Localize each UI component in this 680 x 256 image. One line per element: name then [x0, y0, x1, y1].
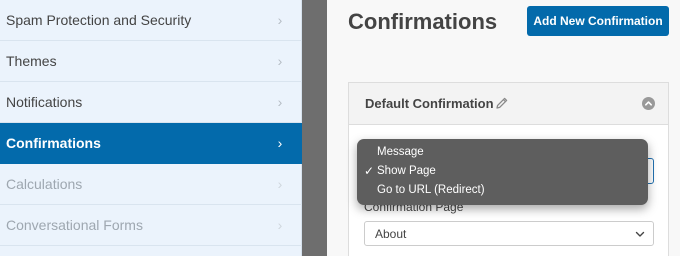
dropdown-option-show-page[interactable]: ✓ Show Page	[357, 162, 648, 180]
divider-gutter	[302, 0, 327, 256]
chevron-right-icon: ›	[277, 94, 283, 110]
dropdown-option-message[interactable]: Message	[357, 143, 648, 161]
dropdown-option-go-to-url[interactable]: Go to URL (Redirect)	[357, 181, 648, 199]
confirmation-page-value: About	[375, 226, 407, 241]
chevron-right-icon: ›	[277, 217, 283, 233]
chevron-right-icon: ›	[277, 135, 283, 151]
sidebar-item-label: Notifications	[6, 94, 83, 110]
panel-header[interactable]: Default Confirmation	[349, 83, 668, 125]
sidebar-item-label: Themes	[6, 53, 57, 69]
chevron-right-icon: ›	[277, 176, 283, 192]
chevron-up-circle-icon[interactable]	[642, 97, 655, 110]
chevron-right-icon: ›	[277, 53, 283, 69]
add-new-confirmation-button[interactable]: Add New Confirmation	[527, 6, 669, 36]
confirmation-type-dropdown: Message ✓ Show Page Go to URL (Redirect)	[357, 139, 648, 205]
dropdown-option-label: Go to URL (Redirect)	[377, 184, 485, 196]
sidebar-item-confirmations[interactable]: Confirmations ›	[0, 123, 302, 164]
confirmation-page-select[interactable]: About	[364, 221, 654, 246]
sidebar-item-label: Calculations	[6, 176, 83, 192]
page-title: Confirmations	[348, 9, 498, 34]
dropdown-option-label: Show Page	[377, 165, 436, 177]
settings-sidebar: Spam Protection and Security › Themes › …	[0, 0, 302, 256]
panel-title: Default Confirmation	[365, 96, 494, 111]
sidebar-item-themes[interactable]: Themes ›	[0, 41, 302, 82]
main-content: Confirmations Add New Confirmation Defau…	[327, 0, 680, 256]
sidebar-item-calculations[interactable]: Calculations ›	[0, 164, 302, 205]
dropdown-option-label: Message	[377, 146, 424, 158]
pencil-icon[interactable]	[495, 96, 509, 110]
sidebar-item-label: Spam Protection and Security	[6, 12, 192, 28]
sidebar-item-label: Confirmations	[6, 135, 101, 151]
sidebar-item-notifications[interactable]: Notifications ›	[0, 82, 302, 123]
chevron-down-icon	[635, 231, 645, 237]
chevron-right-icon: ›	[277, 12, 283, 28]
sidebar-item-conversational-forms[interactable]: Conversational Forms ›	[0, 205, 302, 246]
checkmark-icon: ✓	[363, 164, 374, 178]
sidebar-item-label: Conversational Forms	[6, 217, 143, 233]
sidebar-item-spam-protection[interactable]: Spam Protection and Security ›	[0, 0, 302, 41]
